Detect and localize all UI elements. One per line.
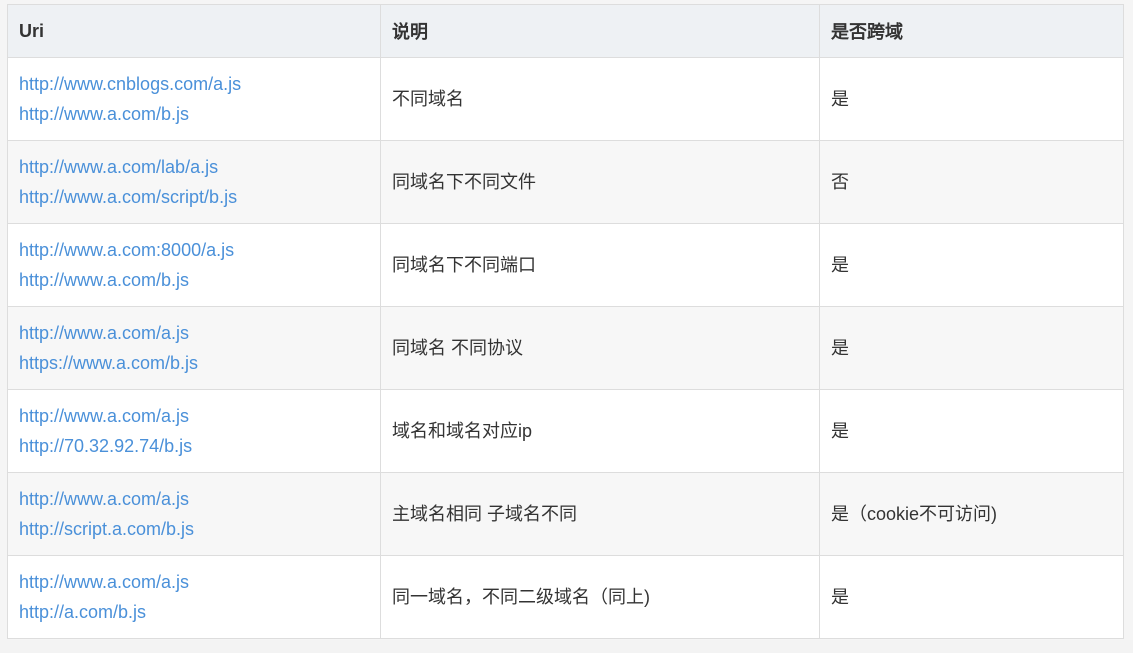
cross-domain-text: 否 xyxy=(831,172,849,192)
page-bottom-margin xyxy=(0,640,1133,653)
cross-domain-text: 是 xyxy=(831,255,849,275)
cross-domain-cell: 是 xyxy=(819,57,1124,141)
description-text: 同域名 不同协议 xyxy=(392,338,524,358)
cross-domain-cell: 是 xyxy=(819,555,1124,639)
description-text: 不同域名 xyxy=(392,89,464,109)
description-cell: 同一域名，不同二级域名（同上) xyxy=(380,555,820,639)
description-cell: 同域名下不同端口 xyxy=(380,223,820,307)
cross-domain-cell: 是 xyxy=(819,389,1124,473)
description-cell: 域名和域名对应ip xyxy=(380,389,820,473)
description-text: 同域名下不同文件 xyxy=(392,172,536,192)
description-text: 主域名相同 子域名不同 xyxy=(392,504,577,524)
uri-cell: http://www.a.com/lab/a.js http://www.a.c… xyxy=(7,140,381,224)
uri-cell: http://www.a.com/a.js http://70.32.92.74… xyxy=(7,389,381,473)
uri-cell: http://www.cnblogs.com/a.js http://www.a… xyxy=(7,57,381,141)
cross-domain-cell: 是 xyxy=(819,306,1124,390)
table-row: http://www.a.com/lab/a.js http://www.a.c… xyxy=(7,140,1124,224)
uri-link[interactable]: http://www.cnblogs.com/a.js xyxy=(19,69,369,99)
description-cell: 同域名 不同协议 xyxy=(380,306,820,390)
uri-link[interactable]: http://www.a.com/script/b.js xyxy=(19,182,369,212)
uri-link[interactable]: http://www.a.com/a.js xyxy=(19,484,369,514)
table-row: http://www.a.com/a.js http://70.32.92.74… xyxy=(7,389,1124,473)
uri-cell: http://www.a.com/a.js http://script.a.co… xyxy=(7,472,381,556)
cross-domain-table: Uri 说明 是否跨域 http://www.cnblogs.com/a.js … xyxy=(7,4,1124,639)
uri-cell: http://www.a.com/a.js https://www.a.com/… xyxy=(7,306,381,390)
uri-link[interactable]: http://www.a.com/a.js xyxy=(19,401,369,431)
uri-cell: http://www.a.com/a.js http://a.com/b.js xyxy=(7,555,381,639)
table-row: http://www.a.com/a.js https://www.a.com/… xyxy=(7,306,1124,390)
description-cell: 主域名相同 子域名不同 xyxy=(380,472,820,556)
table-row: http://www.a.com/a.js http://a.com/b.js … xyxy=(7,555,1124,639)
uri-link[interactable]: http://www.a.com/b.js xyxy=(19,265,369,295)
cross-domain-cell: 是（cookie不可访问) xyxy=(819,472,1124,556)
uri-link[interactable]: http://www.a.com/b.js xyxy=(19,99,369,129)
uri-link[interactable]: https://www.a.com/b.js xyxy=(19,348,369,378)
description-cell: 同域名下不同文件 xyxy=(380,140,820,224)
table-row: http://www.a.com:8000/a.js http://www.a.… xyxy=(7,223,1124,307)
table-row: http://www.a.com/a.js http://script.a.co… xyxy=(7,472,1124,556)
header-uri: Uri xyxy=(7,4,381,58)
description-cell: 不同域名 xyxy=(380,57,820,141)
page: Uri 说明 是否跨域 http://www.cnblogs.com/a.js … xyxy=(0,0,1133,653)
uri-cell: http://www.a.com:8000/a.js http://www.a.… xyxy=(7,223,381,307)
cross-domain-cell: 否 xyxy=(819,140,1124,224)
description-text: 同域名下不同端口 xyxy=(392,255,536,275)
table-header-row: Uri 说明 是否跨域 xyxy=(7,4,1124,58)
cross-domain-text: 是 xyxy=(831,338,849,358)
uri-link[interactable]: http://www.a.com/a.js xyxy=(19,318,369,348)
uri-link[interactable]: http://www.a.com:8000/a.js xyxy=(19,235,369,265)
header-description: 说明 xyxy=(380,4,820,58)
cross-domain-text: 是 xyxy=(831,89,849,109)
table-row: http://www.cnblogs.com/a.js http://www.a… xyxy=(7,57,1124,141)
uri-link[interactable]: http://www.a.com/a.js xyxy=(19,567,369,597)
description-text: 域名和域名对应ip xyxy=(392,421,533,441)
uri-link[interactable]: http://a.com/b.js xyxy=(19,597,369,627)
cross-domain-text: 是（cookie不可访问) xyxy=(831,504,998,524)
cross-domain-text: 是 xyxy=(831,421,849,441)
cross-domain-text: 是 xyxy=(831,587,849,607)
uri-link[interactable]: http://70.32.92.74/b.js xyxy=(19,431,369,461)
uri-link[interactable]: http://script.a.com/b.js xyxy=(19,514,369,544)
header-cross-domain: 是否跨域 xyxy=(819,4,1124,58)
uri-link[interactable]: http://www.a.com/lab/a.js xyxy=(19,152,369,182)
cross-domain-cell: 是 xyxy=(819,223,1124,307)
description-text: 同一域名，不同二级域名（同上) xyxy=(392,587,650,607)
